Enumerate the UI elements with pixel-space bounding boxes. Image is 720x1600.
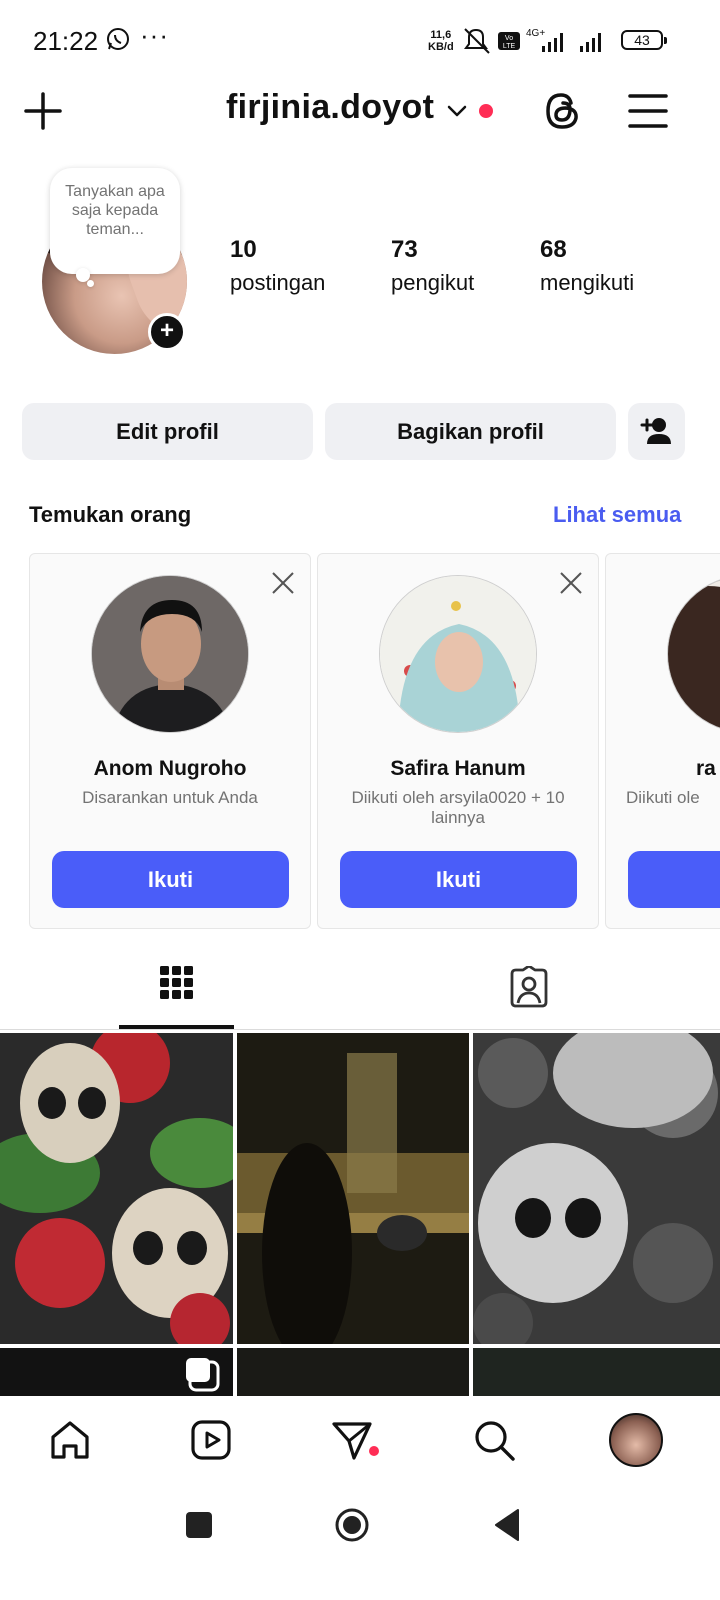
tab-posts-grid[interactable]: [119, 960, 234, 1030]
note-tail-small: [87, 280, 94, 287]
network-type: 4G+: [526, 28, 545, 39]
stat-followers[interactable]: 73 pengikut: [391, 236, 474, 296]
suggestion-avatar[interactable]: [667, 575, 720, 733]
messages-icon[interactable]: [330, 1418, 374, 1462]
plus-icon[interactable]: [22, 90, 64, 132]
recents-button[interactable]: [186, 1512, 212, 1538]
profile-tab-avatar[interactable]: [609, 1413, 663, 1467]
add-person-icon: [640, 418, 671, 444]
suggestion-card[interactable]: Safira Hanum Diikuti oleh arsyila0020 + …: [317, 553, 599, 929]
status-more: ···: [140, 20, 169, 50]
profile-username[interactable]: firjinia.doyot: [226, 88, 434, 127]
follow-button[interactable]: [628, 851, 720, 908]
stat-followers-value: 73: [391, 236, 418, 263]
suggestion-reason: Disarankan untuk Anda: [82, 788, 258, 807]
edit-profile-button[interactable]: Edit profil: [22, 403, 313, 460]
svg-text:Vo: Vo: [505, 35, 513, 42]
tagged-icon[interactable]: [508, 966, 550, 1008]
stat-posts[interactable]: 10 postingan: [230, 236, 325, 296]
discover-people-button[interactable]: [628, 403, 685, 460]
chevron-down-icon[interactable]: [446, 100, 468, 122]
close-icon[interactable]: [270, 570, 296, 596]
suggestion-avatar[interactable]: [379, 575, 537, 733]
grid-icon: [160, 966, 193, 999]
speed-value: 11,6: [430, 29, 452, 41]
share-profile-button[interactable]: Bagikan profil: [325, 403, 616, 460]
messages-notification-dot: [369, 1446, 379, 1456]
suggestion-reason: Diikuti ole: [626, 788, 700, 807]
close-icon[interactable]: [558, 570, 584, 596]
suggestion-card[interactable]: Anom Nugroho Disarankan untuk Anda Ikuti: [29, 553, 311, 929]
reels-icon[interactable]: [189, 1418, 233, 1462]
status-time: 21:22: [33, 26, 99, 56]
stat-following[interactable]: 68 mengikuti: [540, 236, 634, 296]
menu-icon[interactable]: [628, 92, 668, 130]
tabs-divider: [0, 1029, 720, 1030]
suggestion-card[interactable]: ra Diikuti ole: [605, 553, 720, 929]
suggestion-reason: Diikuti oleh arsyila0020 + 10 lainnya: [351, 788, 565, 827]
whatsapp-icon: [107, 28, 129, 50]
svg-text:LTE: LTE: [503, 43, 516, 50]
suggestion-avatar[interactable]: [91, 575, 249, 733]
add-story-button[interactable]: +: [148, 313, 186, 351]
stat-following-value: 68: [540, 236, 567, 263]
notification-dot: [479, 104, 493, 118]
stat-posts-label: postingan: [230, 270, 326, 295]
suggestion-name: Safira Hanum: [390, 757, 526, 780]
search-icon[interactable]: [472, 1418, 516, 1462]
speed-unit: KB/d: [428, 41, 454, 53]
post-thumbnail[interactable]: [473, 1348, 720, 1396]
stat-followers-label: pengikut: [391, 270, 475, 295]
stat-following-label: mengikuti: [540, 270, 635, 295]
suggestion-name: Anom Nugroho: [93, 757, 247, 780]
back-button[interactable]: [492, 1508, 522, 1542]
post-thumbnail[interactable]: [237, 1033, 469, 1344]
post-thumbnail[interactable]: [0, 1348, 233, 1396]
status-bar: 21:22 ··· 11,6 KB/d Vo LTE 4G+ 43: [0, 0, 720, 80]
home-button[interactable]: [334, 1507, 370, 1543]
post-thumbnail[interactable]: [237, 1348, 469, 1396]
threads-icon[interactable]: [541, 89, 583, 133]
battery-indicator: 43: [621, 30, 667, 50]
stat-posts-value: 10: [230, 236, 257, 263]
suggestion-name: ra: [696, 757, 716, 780]
see-all-link[interactable]: Lihat semua: [553, 502, 681, 528]
follow-button[interactable]: Ikuti: [52, 851, 289, 908]
network-speed: 11,6 KB/d: [428, 29, 454, 53]
follow-button[interactable]: Ikuti: [340, 851, 577, 908]
post-thumbnail[interactable]: [473, 1033, 720, 1344]
discover-title: Temukan orang: [29, 502, 192, 527]
home-icon[interactable]: [48, 1418, 92, 1462]
note-bubble[interactable]: Tanyakan apa saja kepada teman...: [50, 168, 180, 274]
post-thumbnail[interactable]: [0, 1033, 233, 1344]
